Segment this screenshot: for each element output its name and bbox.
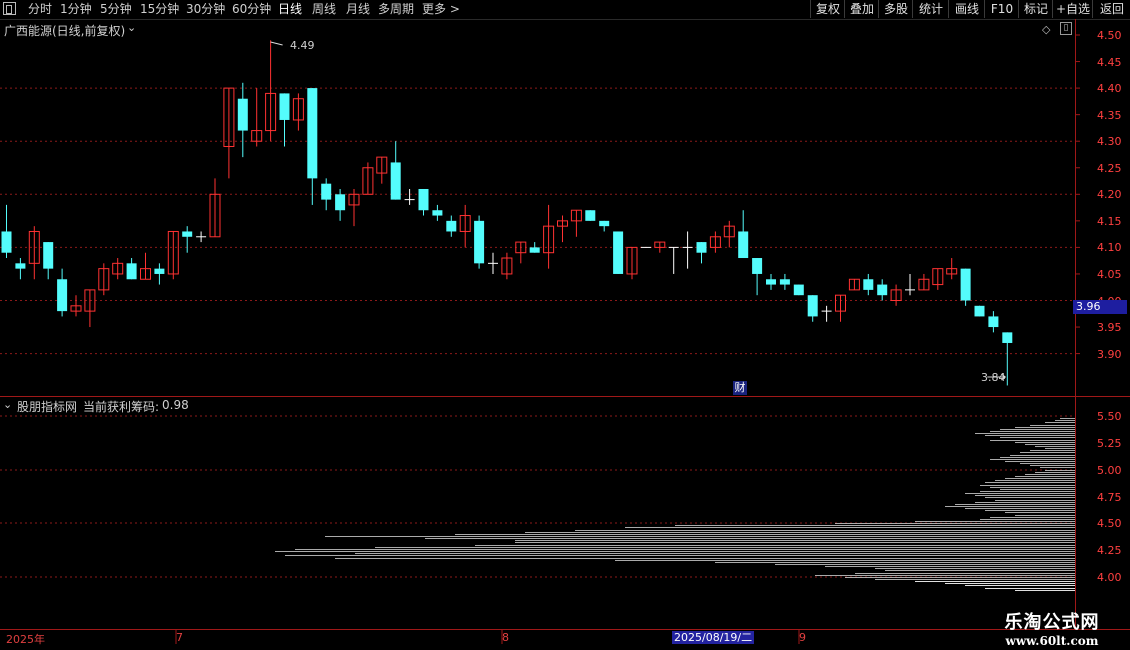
financial-event-marker[interactable]: 财 <box>733 381 747 395</box>
candle-body-down <box>390 162 401 200</box>
indicator-y-tick: 5.25 <box>1097 437 1122 450</box>
y-axis-tick: 4.45 <box>1097 55 1122 69</box>
kline-chart-canvas[interactable] <box>0 0 1130 650</box>
y-axis-tick: 4.05 <box>1097 267 1122 281</box>
indicator-y-tick: 5.00 <box>1097 464 1122 477</box>
candle-body-down <box>474 220 485 264</box>
y-axis-tick: 4.10 <box>1097 241 1122 255</box>
y-axis-tick: 3.95 <box>1097 321 1122 335</box>
candle-body-down <box>279 93 290 120</box>
candle-body-down <box>988 316 999 328</box>
high-price-label: 4.49 <box>290 39 315 52</box>
candle-body-down <box>613 231 624 274</box>
stock-title: 广西能源(日线,前复权) <box>4 24 126 38</box>
candle-body-down <box>960 268 971 301</box>
candle-body-down <box>335 194 346 211</box>
candle-body-down <box>182 231 193 237</box>
candle-body-down <box>432 210 443 216</box>
candle-body-down <box>57 279 68 312</box>
candle-body-down <box>43 242 54 269</box>
candle-body-down <box>307 88 318 179</box>
candle-body-down <box>126 263 137 280</box>
candle-body-down <box>752 258 763 274</box>
candle-body-down <box>974 305 985 317</box>
watermark-title: 乐淘公式网 <box>1004 612 1100 633</box>
candle-body-down <box>237 98 248 131</box>
x-axis-year: 2025年 <box>6 633 45 646</box>
candle-body-down <box>446 220 457 232</box>
candle-body-down <box>877 284 888 296</box>
watermark: 乐淘公式网 www.60lt.com <box>997 608 1107 648</box>
low-price-label: 3.84 <box>981 371 1006 384</box>
candle-body-down <box>1 231 12 253</box>
candle-body-down <box>807 295 818 317</box>
indicator-y-tick: 4.75 <box>1097 491 1122 504</box>
y-axis-tick: 4.20 <box>1097 188 1122 202</box>
indicator-name: 股朋指标网 <box>17 400 78 414</box>
candle-body-down <box>154 268 165 274</box>
indicator-label: 当前获利筹码: <box>83 400 160 414</box>
candle-body-down <box>418 188 429 211</box>
current-price-tag: 3.96 <box>1073 300 1127 314</box>
candle-body-down <box>529 247 540 253</box>
x-axis-month: 7 <box>176 631 183 644</box>
candle-body-down <box>585 210 596 221</box>
watermark-url: www.60lt.com <box>1005 634 1099 648</box>
y-axis-tick: 4.40 <box>1097 82 1122 96</box>
candle-body-down <box>1002 332 1013 343</box>
candle-body-down <box>15 263 26 269</box>
candle-body-down <box>696 242 707 253</box>
y-axis-tick: 3.90 <box>1097 347 1122 361</box>
candle-body-down <box>863 279 874 290</box>
indicator-y-tick: 4.00 <box>1097 571 1122 584</box>
panel-toggle-icon[interactable]: ▯ <box>1060 22 1072 35</box>
candle-body-down <box>793 284 804 296</box>
candle-body-down <box>321 183 332 200</box>
indicator-collapse-icon[interactable]: ⌄ <box>3 398 12 411</box>
y-axis-tick: 4.15 <box>1097 214 1122 228</box>
diamond-icon[interactable]: ◇ <box>1042 23 1050 36</box>
y-axis-tick: 4.35 <box>1097 108 1122 122</box>
candle-body-down <box>599 220 610 227</box>
indicator-y-tick: 4.25 <box>1097 544 1122 557</box>
x-axis-month: 8 <box>502 631 509 644</box>
indicator-y-tick: 5.50 <box>1097 410 1122 423</box>
chevron-down-icon[interactable]: ⌄ <box>127 21 136 34</box>
candle-body-down <box>766 279 776 285</box>
candle-body-down <box>779 279 790 285</box>
cursor-date-label: 2025/08/19/二 <box>672 631 755 644</box>
candle-body-down <box>738 231 749 259</box>
indicator-y-tick: 4.50 <box>1097 517 1122 530</box>
y-axis-tick: 4.30 <box>1097 135 1122 149</box>
y-axis-tick: 4.50 <box>1097 29 1122 42</box>
indicator-value: 0.98 <box>162 398 189 412</box>
y-axis-tick: 4.25 <box>1097 161 1122 175</box>
high-arrow <box>270 41 283 46</box>
x-axis-month: 9 <box>799 631 806 644</box>
